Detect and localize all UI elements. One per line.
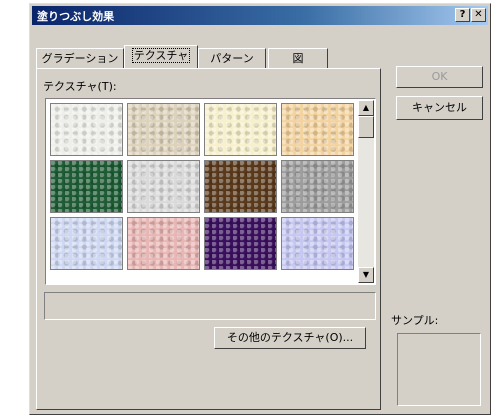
texture-swatch-brown-marble[interactable]	[204, 160, 277, 213]
tab-pattern-label: パターン	[210, 52, 254, 65]
tab-picture-label: 図	[292, 52, 304, 65]
fill-effects-dialog: 塗りつぶし効果 ? ✕ グラデーション テクスチャ パターン 図 テクスチャ(T…	[29, 3, 491, 415]
scroll-down-button[interactable]: ▼	[358, 267, 374, 283]
sample-label: サンプル:	[391, 314, 439, 327]
tab-texture[interactable]: テクスチャ	[124, 45, 198, 68]
help-button[interactable]: ?	[455, 8, 470, 22]
texture-scrollbar[interactable]: ▲ ▼	[358, 100, 374, 283]
texture-grid: ▲ ▼	[45, 98, 376, 285]
texture-swatch-white-marble[interactable]	[127, 160, 200, 213]
texture-swatch-blue-tissue-paper[interactable]	[50, 217, 123, 270]
texture-swatch-bouquet[interactable]	[281, 217, 354, 270]
cancel-button[interactable]: キャンセル	[396, 96, 483, 120]
texture-swatch-purple-mesh[interactable]	[204, 217, 277, 270]
tab-gradient-label: グラデーション	[41, 52, 119, 65]
texture-swatch-canvas[interactable]	[127, 103, 200, 156]
ok-button[interactable]: OK	[396, 66, 483, 88]
texture-swatch-parchment[interactable]	[204, 103, 277, 156]
tab-picture[interactable]: 図	[268, 48, 328, 68]
scroll-up-button[interactable]: ▲	[358, 100, 374, 116]
texture-swatch-stationery[interactable]	[281, 103, 354, 156]
texture-name-display	[44, 292, 376, 320]
tab-gradient[interactable]: グラデーション	[36, 48, 124, 68]
texture-swatch-granite[interactable]	[281, 160, 354, 213]
texture-swatch-pink-tissue-paper[interactable]	[127, 217, 200, 270]
texture-label: テクスチャ(T):	[43, 80, 117, 93]
texture-swatch-newsprint[interactable]	[50, 103, 123, 156]
other-texture-button[interactable]: その他のテクスチャ(O)...	[214, 327, 366, 349]
tab-texture-label: テクスチャ	[131, 48, 191, 63]
texture-swatch-green-marble[interactable]	[50, 160, 123, 213]
dialog-title: 塗りつぶし効果	[37, 10, 115, 23]
scroll-thumb[interactable]	[358, 116, 374, 138]
tab-pattern[interactable]: パターン	[198, 48, 266, 68]
sample-preview	[397, 333, 481, 406]
texture-tab-panel: テクスチャ(T): ▲ ▼ その他のテクスチャ(O)...	[36, 68, 381, 410]
title-bar[interactable]: 塗りつぶし効果 ? ✕	[32, 6, 488, 25]
close-button[interactable]: ✕	[471, 8, 486, 22]
